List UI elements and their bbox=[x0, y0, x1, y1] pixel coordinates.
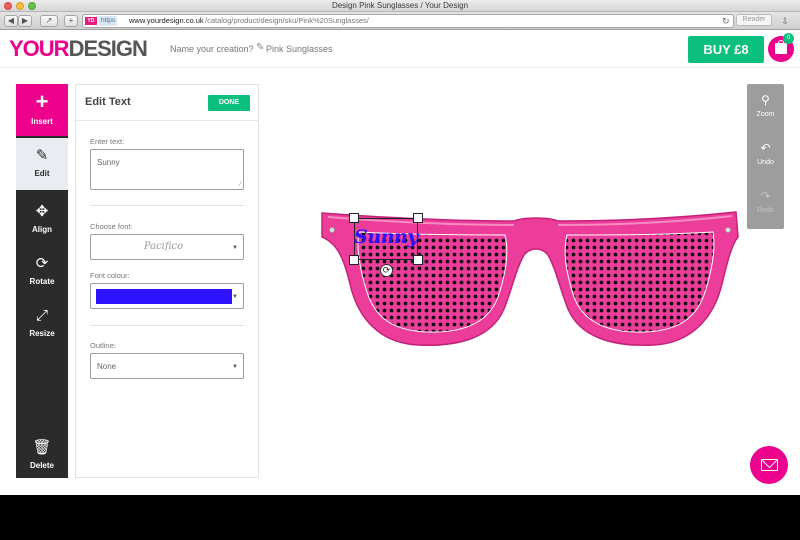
text-object[interactable]: Sunny ⟳ bbox=[349, 213, 423, 277]
edit-tool[interactable]: ✎ Edit bbox=[16, 138, 68, 190]
zoom-tool[interactable]: ⚲ Zoom bbox=[747, 84, 784, 129]
contact-button[interactable] bbox=[750, 446, 788, 484]
share-icon[interactable]: ↗ bbox=[40, 15, 58, 27]
site-favicon: YD bbox=[85, 17, 97, 25]
outline-select-value: None bbox=[97, 362, 117, 371]
trash-icon: 🗑 bbox=[32, 439, 52, 456]
pink-sunglasses-product bbox=[321, 211, 739, 346]
design-text[interactable]: Sunny bbox=[354, 226, 418, 248]
font-colour-select[interactable]: ▼ bbox=[90, 283, 244, 309]
delete-label: Delete bbox=[29, 461, 54, 470]
creation-name[interactable]: Pink Sunglasses bbox=[266, 44, 333, 54]
redo-label: Redo bbox=[757, 207, 774, 214]
move-arrows-icon: ✥ bbox=[35, 203, 49, 220]
resize-handle-bottom-left[interactable] bbox=[349, 255, 359, 265]
browser-window: Design Pink Sunglasses / Your Design ◀ ▶… bbox=[0, 0, 800, 495]
enter-text-label: Enter text: bbox=[90, 137, 125, 146]
buy-button[interactable]: BUY £8 bbox=[688, 36, 764, 63]
chevron-down-icon: ▼ bbox=[232, 245, 238, 251]
rotate-label: Rotate bbox=[29, 277, 55, 286]
resize-handle-top-left[interactable] bbox=[349, 213, 359, 223]
divider bbox=[90, 205, 245, 206]
pencil-icon[interactable]: ✎ bbox=[256, 42, 264, 53]
pencil-icon: ✎ bbox=[35, 147, 49, 164]
text-input-value: Sunny bbox=[97, 158, 120, 167]
chevron-down-icon: ▼ bbox=[232, 294, 238, 300]
site-logo[interactable]: YOURDESIGN bbox=[9, 38, 148, 60]
basket-button[interactable]: 0 bbox=[768, 33, 794, 62]
rotate-tool[interactable]: ⟳ Rotate bbox=[16, 246, 68, 296]
address-bar[interactable]: YD https www.yourdesign.co.uk /catalog/p… bbox=[82, 14, 734, 28]
divider bbox=[76, 120, 258, 121]
panel-title: Edit Text bbox=[85, 96, 131, 108]
site-header: YOURDESIGN Name your creation? ✎ Pink Su… bbox=[0, 31, 800, 68]
basket-count-badge: 0 bbox=[783, 33, 794, 44]
font-colour-label: Font colour: bbox=[90, 271, 130, 280]
envelope-icon bbox=[761, 459, 778, 471]
shopping-bag-icon bbox=[775, 40, 787, 54]
plus-icon: + bbox=[35, 89, 49, 114]
rotate-handle-icon[interactable]: ⟳ bbox=[380, 264, 393, 277]
resize-tool[interactable]: ⤢ Resize bbox=[16, 298, 68, 348]
edit-text-panel: Edit Text DONE Enter text: Sunny ∕ Choos… bbox=[75, 84, 259, 478]
forward-icon[interactable]: ▶ bbox=[18, 15, 32, 27]
back-icon[interactable]: ◀ bbox=[4, 15, 18, 27]
rotate-icon: ⟳ bbox=[35, 255, 49, 272]
redo-arrow-icon: ↷ bbox=[760, 189, 771, 203]
hinge-right bbox=[725, 227, 731, 233]
title-bar: Design Pink Sunglasses / Your Design bbox=[0, 0, 800, 12]
hinge-left bbox=[329, 227, 335, 233]
resize-handle-top-right[interactable] bbox=[413, 213, 423, 223]
align-label: Align bbox=[32, 225, 52, 234]
new-tab-icon[interactable]: + bbox=[64, 15, 78, 27]
url-path: /catalog/product/design/sku/Pink%20Sungl… bbox=[205, 16, 369, 25]
font-select-value: Pacifico bbox=[143, 241, 184, 252]
tool-rail: + Insert ✎ Edit ✥ Align ⟳ Rotate ⤢ Resiz… bbox=[16, 84, 68, 478]
resize-arrows-icon: ⤢ bbox=[35, 307, 48, 324]
insert-label: Insert bbox=[31, 117, 53, 126]
zoom-label: Zoom bbox=[756, 111, 775, 118]
undo-tool[interactable]: ↶ Undo bbox=[747, 132, 784, 177]
outline-select[interactable]: None ▼ bbox=[90, 353, 244, 379]
divider bbox=[90, 325, 245, 326]
font-select[interactable]: Pacifico ▼ bbox=[90, 234, 244, 260]
resize-handle-bottom-right[interactable] bbox=[413, 255, 423, 265]
colour-swatch bbox=[96, 289, 232, 304]
resize-label: Resize bbox=[29, 329, 55, 338]
undo-arrow-icon: ↶ bbox=[760, 141, 771, 155]
view-tool-rail: ⚲ Zoom ↶ Undo ↷ Redo bbox=[747, 84, 784, 229]
download-icon[interactable]: ⇩ bbox=[778, 15, 792, 27]
magnifier-icon: ⚲ bbox=[761, 93, 770, 107]
resize-grip-icon[interactable]: ∕ bbox=[240, 181, 241, 188]
undo-label: Undo bbox=[757, 159, 774, 166]
outline-label: Outline: bbox=[90, 341, 116, 350]
url-scheme-badge: https bbox=[99, 16, 118, 26]
browser-toolbar: ◀ ▶ ↗ + YD https www.yourdesign.co.uk /c… bbox=[0, 12, 800, 30]
reader-button[interactable]: Reader bbox=[736, 14, 772, 26]
delete-tool[interactable]: 🗑 Delete bbox=[16, 430, 68, 480]
choose-font-label: Choose font: bbox=[90, 222, 133, 231]
text-input[interactable]: Sunny ∕ bbox=[90, 149, 244, 190]
align-tool[interactable]: ✥ Align bbox=[16, 194, 68, 244]
url-host: www.yourdesign.co.uk bbox=[129, 16, 204, 25]
chevron-down-icon: ▼ bbox=[232, 364, 238, 370]
done-button[interactable]: DONE bbox=[208, 95, 250, 111]
redo-tool[interactable]: ↷ Redo bbox=[747, 180, 784, 225]
edit-label: Edit bbox=[34, 169, 50, 178]
window-title: Design Pink Sunglasses / Your Design bbox=[331, 1, 469, 10]
name-creation-prompt: Name your creation? bbox=[170, 44, 254, 54]
design-canvas[interactable]: Sunny ⟳ bbox=[262, 69, 800, 495]
insert-tool[interactable]: + Insert bbox=[16, 84, 68, 136]
reload-icon[interactable]: ↻ bbox=[722, 14, 730, 28]
